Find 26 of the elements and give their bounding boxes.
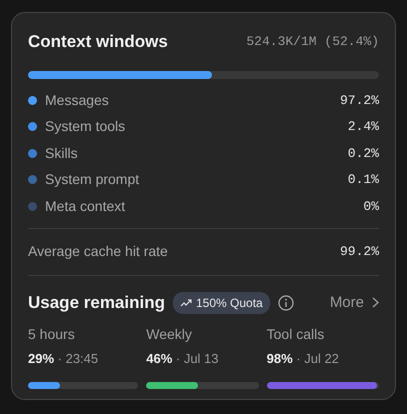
cache-label: Average cache hit rate	[28, 242, 168, 262]
trend-icon	[180, 298, 192, 307]
quota-badge: 150% Quota	[173, 292, 270, 314]
limit-value: 98% · Jul 22	[266, 350, 340, 368]
category-label: Messages	[45, 90, 109, 110]
limit-label: 5 hours	[28, 324, 76, 344]
category-percent: 0%	[363, 198, 379, 216]
limit-label: Weekly	[146, 324, 193, 344]
cache-value: 99.2%	[340, 243, 379, 262]
category-percent: 2.4%	[348, 118, 379, 136]
category-label: System tools	[45, 117, 126, 136]
limit-label: Tool calls	[266, 324, 326, 344]
chevron-right-icon	[372, 297, 379, 308]
limit-value: 29% · 23:45	[28, 350, 100, 368]
category-label: System prompt	[45, 170, 140, 190]
category-percent: 97.2%	[340, 92, 379, 110]
usage-summary: 524.3K/1M (52.4%)	[246, 33, 379, 51]
category-percent: 0.2%	[348, 144, 379, 163]
category-label: Skills	[45, 144, 78, 163]
section-title: Context windows	[28, 31, 168, 53]
limit-value: 46% · Jul 13	[146, 350, 220, 368]
category-percent: 0.1%	[348, 171, 379, 190]
category-label: Meta context	[45, 196, 126, 216]
info-icon[interactable]	[278, 294, 294, 311]
section-title: Usage remaining	[28, 292, 165, 314]
more-link[interactable]: More	[330, 292, 379, 314]
